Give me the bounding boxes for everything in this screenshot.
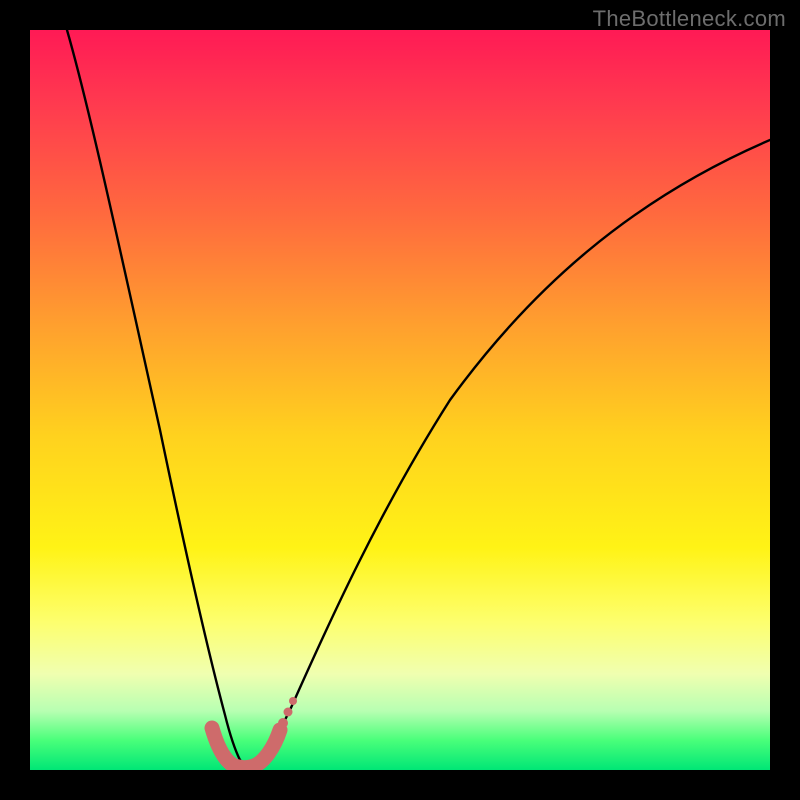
bottleneck-curve: [67, 30, 770, 765]
highlight-dot: [278, 718, 288, 728]
highlight-dot: [289, 697, 297, 705]
optimal-range-highlight: [212, 728, 280, 768]
watermark-text: TheBottleneck.com: [593, 6, 786, 32]
highlight-dot: [284, 708, 293, 717]
chart-stage: TheBottleneck.com: [0, 0, 800, 800]
chart-svg: [30, 30, 770, 770]
plot-area: [30, 30, 770, 770]
